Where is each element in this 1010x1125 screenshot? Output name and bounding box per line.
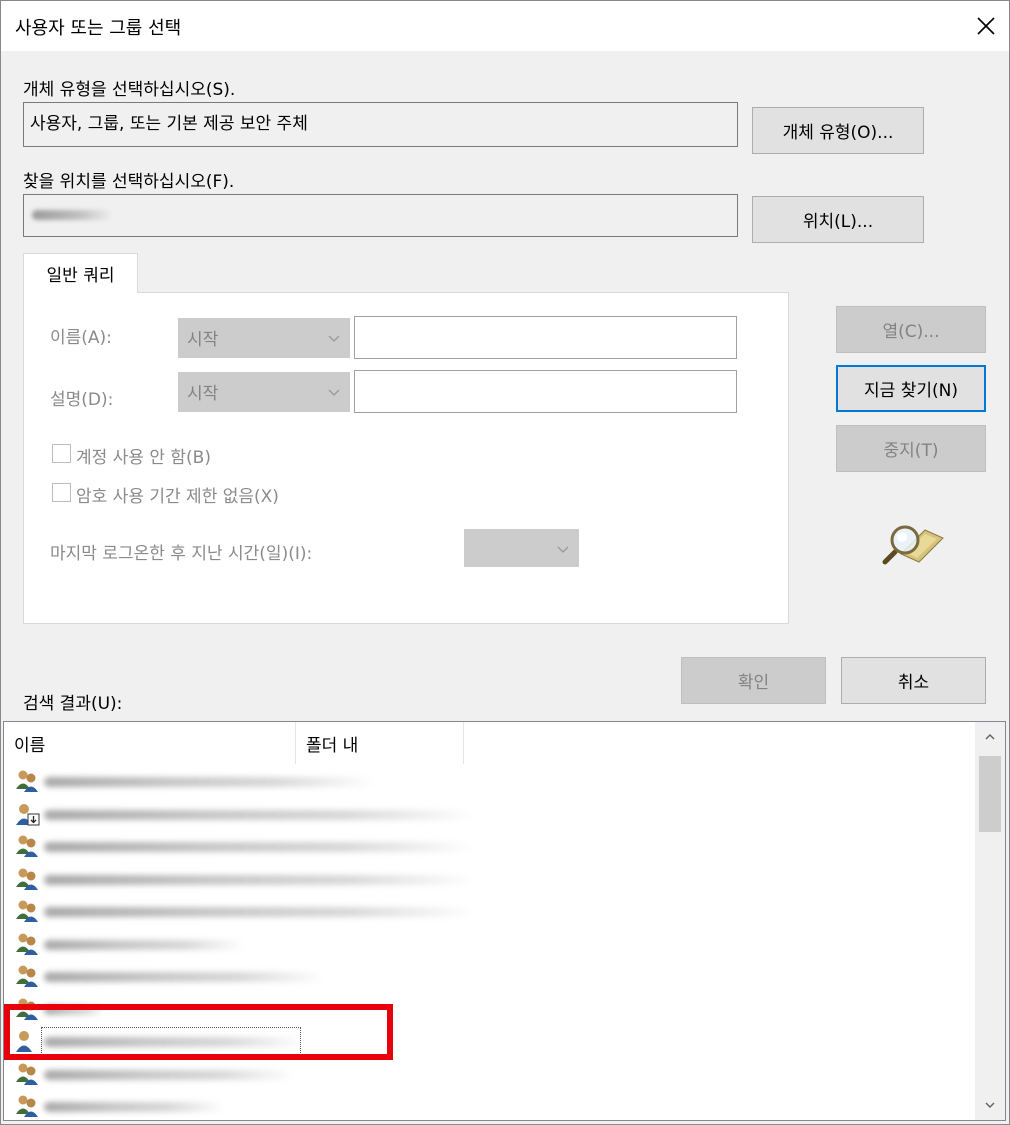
find-now-button[interactable]: 지금 찾기(N) bbox=[836, 365, 986, 412]
scroll-down-button[interactable] bbox=[975, 1090, 1005, 1120]
group-icon bbox=[14, 997, 40, 1026]
group-icon bbox=[14, 1062, 40, 1091]
select-users-or-groups-dialog: 사용자 또는 그룹 선택 개체 유형을 선택하십시오(S). 사용자, 그룹, … bbox=[0, 0, 1010, 1125]
list-item[interactable] bbox=[4, 1090, 974, 1120]
chevron-up-icon bbox=[985, 734, 995, 740]
user-download-icon bbox=[14, 802, 40, 831]
ok-button[interactable]: 확인 bbox=[681, 657, 826, 704]
list-item[interactable] bbox=[4, 928, 974, 960]
location-value-redacted bbox=[32, 210, 112, 220]
vertical-scrollbar[interactable] bbox=[975, 722, 1005, 1120]
dialog-title: 사용자 또는 그룹 선택 bbox=[15, 18, 182, 39]
column-header-in-folder[interactable]: 폴더 내 bbox=[296, 722, 464, 764]
non-expiring-password-label: 암호 사용 기간 제한 없음(X) bbox=[76, 487, 279, 507]
list-item[interactable] bbox=[4, 1058, 974, 1090]
redacted-name bbox=[44, 1004, 104, 1015]
close-button[interactable] bbox=[963, 1, 1009, 51]
group-icon bbox=[14, 932, 40, 961]
chevron-down-icon bbox=[985, 1102, 995, 1108]
name-label: 이름(A): bbox=[50, 328, 112, 348]
redacted-name bbox=[44, 907, 474, 917]
chevron-down-icon bbox=[557, 546, 569, 553]
name-input[interactable] bbox=[354, 316, 737, 359]
search-magnifier-icon bbox=[882, 525, 944, 565]
disabled-accounts-checkbox[interactable] bbox=[52, 444, 71, 463]
group-icon bbox=[14, 769, 40, 798]
search-results-label: 검색 결과(U): bbox=[23, 694, 123, 714]
chevron-down-icon bbox=[328, 389, 340, 396]
description-match-select[interactable]: 시작 bbox=[178, 372, 350, 412]
group-icon bbox=[14, 834, 40, 863]
group-icon bbox=[14, 1094, 40, 1120]
disabled-accounts-label: 계정 사용 안 함(B) bbox=[76, 448, 211, 468]
scroll-up-button[interactable] bbox=[975, 722, 1005, 752]
non-expiring-password-checkbox[interactable] bbox=[52, 483, 71, 502]
redacted-name bbox=[44, 972, 324, 982]
description-match-value: 시작 bbox=[187, 384, 219, 404]
list-item[interactable] bbox=[4, 960, 974, 992]
title-bar: 사용자 또는 그룹 선택 bbox=[1, 1, 1009, 51]
cancel-button[interactable]: 취소 bbox=[841, 657, 986, 704]
locations-button[interactable]: 위치(L)... bbox=[752, 196, 924, 243]
group-icon bbox=[14, 964, 40, 993]
stop-button[interactable]: 중지(T) bbox=[836, 425, 986, 472]
list-item[interactable] bbox=[4, 863, 974, 895]
column-header-name[interactable]: 이름 bbox=[4, 722, 296, 764]
location-field bbox=[23, 194, 738, 237]
name-match-select[interactable]: 시작 bbox=[178, 318, 350, 358]
chevron-down-icon bbox=[328, 335, 340, 342]
list-item[interactable] bbox=[4, 830, 974, 862]
redacted-name bbox=[44, 842, 474, 852]
list-item[interactable] bbox=[4, 765, 974, 797]
object-types-button[interactable]: 개체 유형(O)... bbox=[752, 107, 924, 154]
columns-button[interactable]: 열(C)... bbox=[836, 306, 986, 353]
object-type-field: 사용자, 그룹, 또는 기본 제공 보안 주체 bbox=[23, 102, 738, 147]
list-item[interactable] bbox=[4, 798, 974, 830]
redacted-name bbox=[44, 1069, 294, 1080]
scroll-thumb[interactable] bbox=[979, 756, 1001, 832]
description-label: 설명(D): bbox=[50, 390, 114, 410]
redacted-name bbox=[44, 939, 244, 950]
search-results-list[interactable]: 이름 폴더 내 bbox=[3, 721, 1006, 1121]
focus-rectangle bbox=[41, 1027, 301, 1055]
object-type-label: 개체 유형을 선택하십시오(S). bbox=[23, 80, 236, 100]
list-item[interactable] bbox=[4, 1025, 974, 1057]
redacted-name bbox=[44, 874, 474, 885]
redacted-name bbox=[44, 777, 374, 787]
last-logon-label: 마지막 로그온한 후 지난 시간(일)(I): bbox=[50, 544, 313, 564]
redacted-name bbox=[44, 809, 474, 820]
close-icon bbox=[977, 17, 995, 35]
user-icon bbox=[14, 1029, 40, 1058]
tab-common-queries[interactable]: 일반 쿼리 bbox=[23, 253, 138, 293]
redacted-name bbox=[44, 1102, 224, 1112]
list-item[interactable] bbox=[4, 895, 974, 927]
description-input[interactable] bbox=[354, 370, 737, 413]
group-icon bbox=[14, 867, 40, 896]
group-icon bbox=[14, 899, 40, 928]
last-logon-select[interactable] bbox=[464, 529, 579, 567]
object-type-value: 사용자, 그룹, 또는 기본 제공 보안 주체 bbox=[30, 114, 308, 134]
common-queries-panel: 이름(A): 시작 설명(D): 시작 계정 사용 안 함(B) 암호 사용 기… bbox=[23, 292, 789, 624]
location-label: 찾을 위치를 선택하십시오(F). bbox=[23, 172, 235, 192]
name-match-value: 시작 bbox=[187, 330, 219, 350]
list-item[interactable] bbox=[4, 993, 974, 1025]
